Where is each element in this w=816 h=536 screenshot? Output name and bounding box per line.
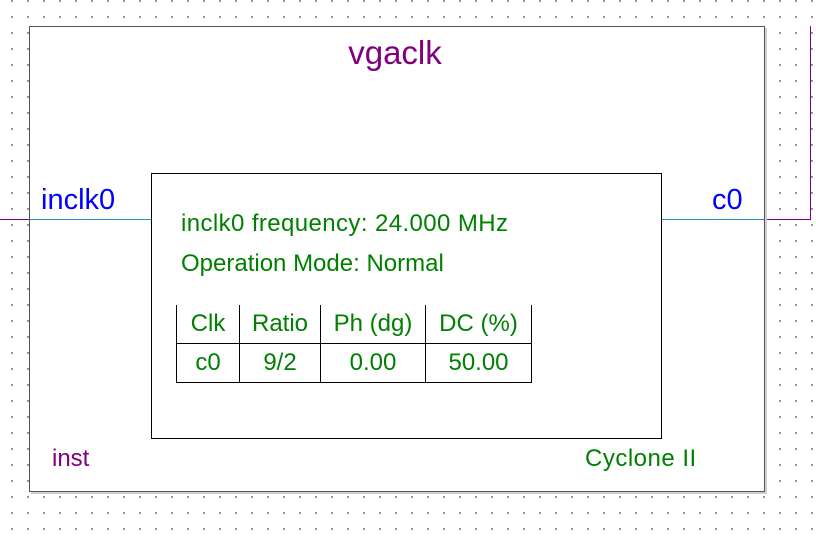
table-cell-ratio: 9/2 [239, 343, 321, 383]
output-wire-outer[interactable] [764, 219, 811, 220]
table-cell-clk: c0 [176, 343, 240, 383]
schematic-canvas[interactable]: vgaclk inclk0 c0 inclk0 frequency: 24.00… [0, 0, 816, 536]
input-wire-outer[interactable] [0, 219, 30, 220]
table-row: c0 9/2 0.00 50.00 [176, 343, 532, 383]
input-port-label[interactable]: inclk0 [41, 184, 115, 217]
column-header-clk: Clk [176, 305, 240, 344]
frequency-info: inclk0 frequency: 24.000 MHz [181, 210, 509, 237]
table-cell-phase: 0.00 [320, 343, 426, 383]
operation-mode-info: Operation Mode: Normal [181, 250, 444, 277]
column-header-duty-cycle: DC (%) [425, 305, 532, 344]
output-wire-vertical[interactable] [810, 26, 811, 220]
output-wire-inner[interactable] [661, 219, 764, 220]
device-family: Cyclone II [585, 445, 697, 472]
instance-name: inst [52, 445, 90, 472]
column-header-ratio: Ratio [239, 305, 321, 344]
table-cell-duty-cycle: 50.00 [425, 343, 532, 383]
table-header-row: Clk Ratio Ph (dg) DC (%) [176, 305, 532, 344]
symbol-name: vgaclk [348, 34, 442, 71]
column-header-phase: Ph (dg) [320, 305, 426, 344]
clock-parameters-table: Clk Ratio Ph (dg) DC (%) c0 9/2 0.00 50.… [176, 305, 532, 383]
input-wire-inner[interactable] [30, 219, 151, 220]
output-port-label[interactable]: c0 [712, 184, 743, 217]
